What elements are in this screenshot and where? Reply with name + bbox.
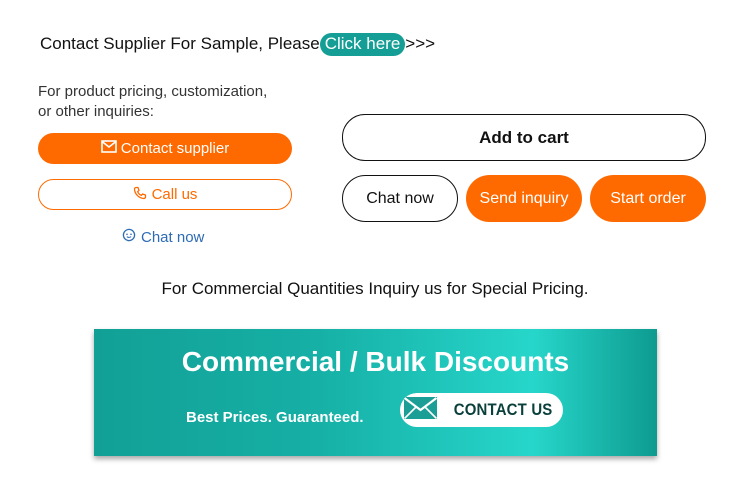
mail-icon [403,396,438,425]
contact-supplier-label: Contact supplier [120,140,230,157]
chat-now-button[interactable]: Chat now [342,175,458,222]
chat-bubble-icon [122,228,136,246]
sample-prefix-text: Contact Supplier For Sample, Please [40,34,320,53]
envelope-icon [100,140,117,157]
start-order-button[interactable]: Start order [590,175,706,222]
call-us-label: Call us [151,186,198,203]
phone-icon [133,186,147,204]
bulk-discount-banner[interactable]: Commercial / Bulk Discounts Best Prices.… [94,329,657,456]
sample-request-line: Contact Supplier For Sample, Please Click… [40,33,435,56]
call-us-button[interactable]: Call us [38,179,292,210]
chat-now-link-label: Chat now [141,228,205,246]
send-inquiry-button[interactable]: Send inquiry [466,175,582,222]
contact-supplier-button[interactable]: Contact supplier [38,133,292,164]
commercial-pricing-note: For Commercial Quantities Inquiry us for… [161,279,589,298]
inquiry-intro-line1: For product pricing, customization, [38,83,268,100]
banner-subtitle: Best Prices. Guaranteed. [186,409,364,426]
click-here-link[interactable]: Click here [319,33,406,56]
sample-suffix-arrows: >>> [405,34,436,53]
inquiry-intro-text: For product pricing, customization, or o… [38,82,298,122]
inquiry-intro-line2: or other inquiries: [38,103,154,120]
contact-us-label: CONTACT US [454,400,553,419]
contact-us-button[interactable]: CONTACT US [400,393,563,427]
add-to-cart-button[interactable]: Add to cart [342,114,706,161]
chat-now-link[interactable]: Chat now [122,228,204,246]
banner-title: Commercial / Bulk Discounts [181,346,570,377]
